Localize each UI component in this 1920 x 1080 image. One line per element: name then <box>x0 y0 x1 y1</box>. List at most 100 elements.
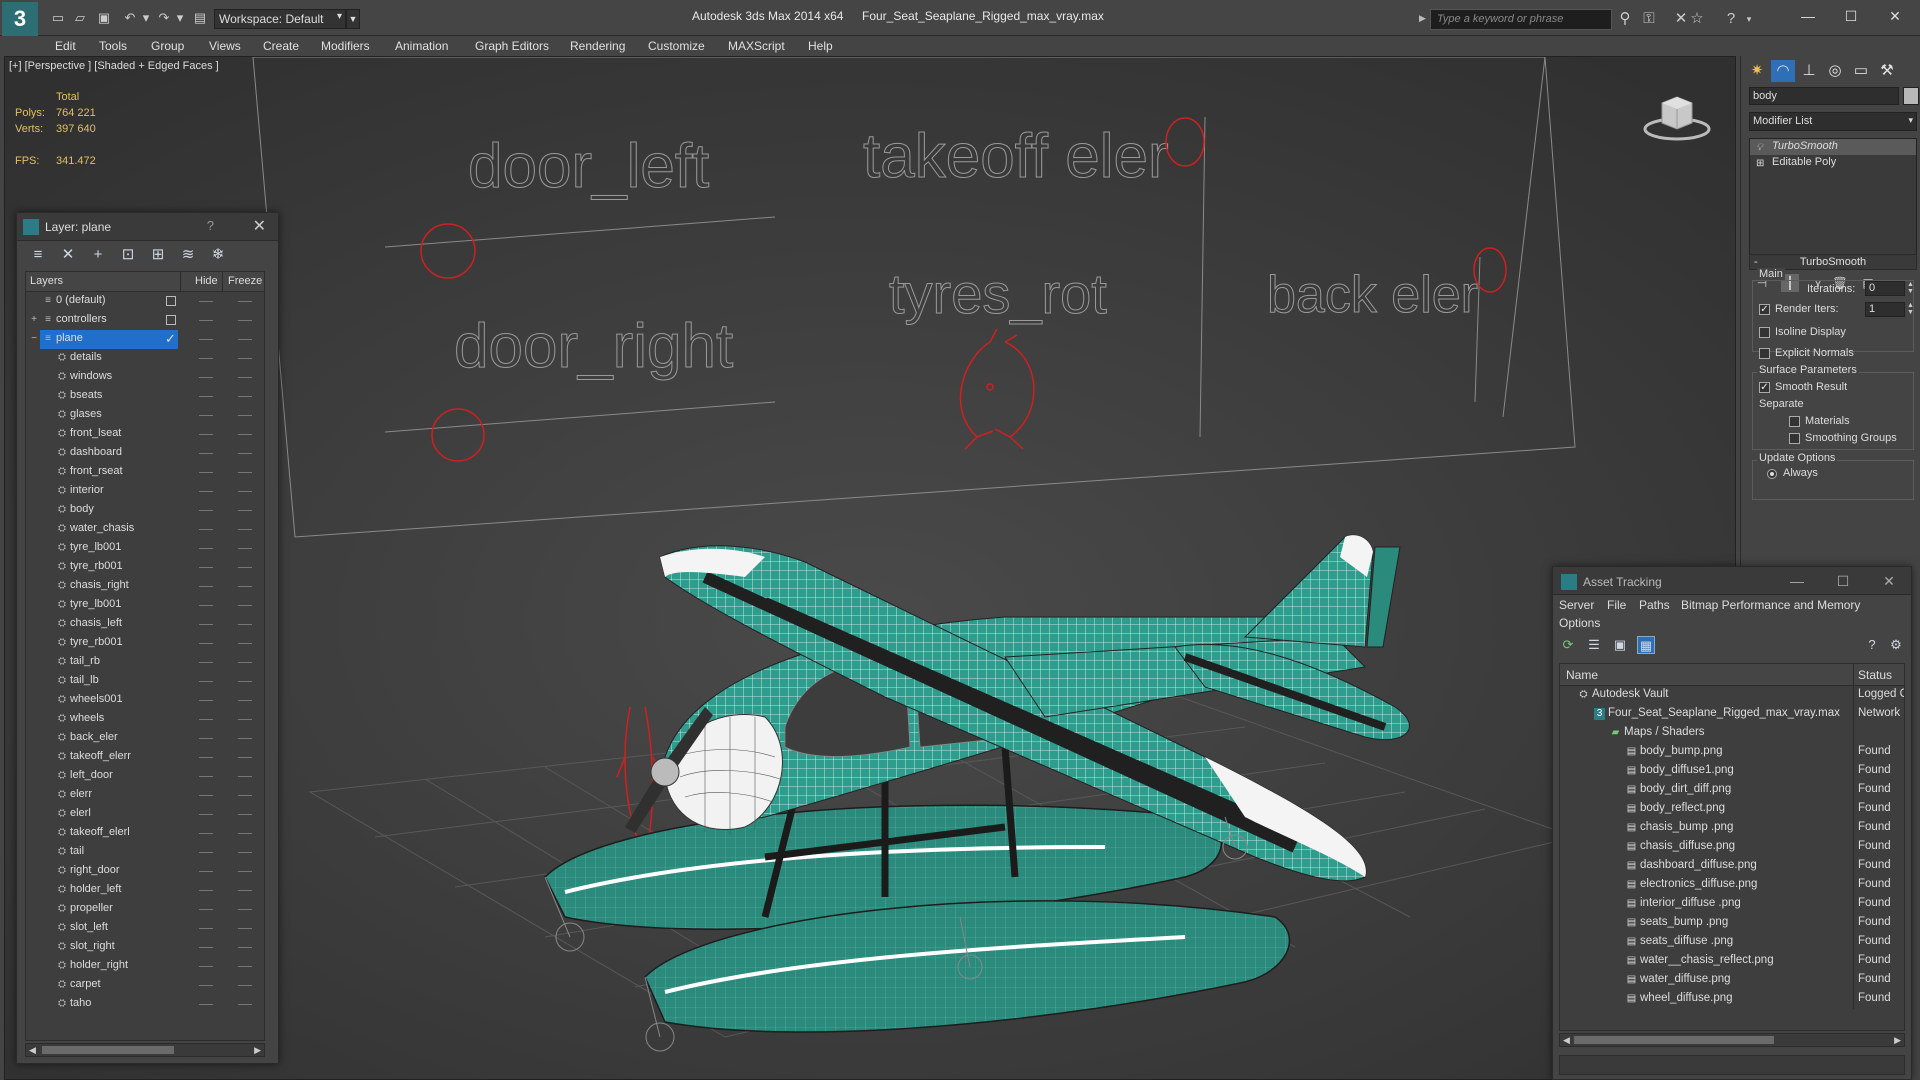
hide-toggle[interactable] <box>199 738 213 739</box>
freeze-toggle[interactable] <box>238 548 252 549</box>
new-layer-icon[interactable]: ≡ <box>29 246 47 264</box>
asset-menu-options[interactable]: Options <box>1559 616 1600 630</box>
asset-row[interactable]: ▤ body_dirt_diff.png Found <box>1560 781 1904 800</box>
layer-row[interactable]: ⛭ windows <box>26 368 264 387</box>
freeze-toggle[interactable] <box>238 643 252 644</box>
scroll-thumb[interactable] <box>42 1046 174 1054</box>
highlight-layer-icon[interactable]: ⊞ <box>149 246 167 264</box>
asset-row[interactable]: 3 Four_Seat_Seaplane_Rigged_max_vray.max N… <box>1560 705 1904 724</box>
help-dropdown-icon[interactable]: ▾ <box>1740 10 1758 28</box>
hide-toggle[interactable] <box>199 871 213 872</box>
hide-toggle[interactable] <box>199 548 213 549</box>
asset-menu-paths[interactable]: Paths <box>1639 598 1670 612</box>
collapse-icon[interactable]: − <box>28 333 40 345</box>
freeze-toggle[interactable] <box>238 605 252 606</box>
layer-row[interactable]: ⛭ front_lseat <box>26 425 264 444</box>
freeze-toggle[interactable] <box>238 890 252 891</box>
freeze-toggle[interactable] <box>238 738 252 739</box>
layer-row[interactable]: + ≡ controllers <box>26 311 264 330</box>
hide-toggle[interactable] <box>199 624 213 625</box>
layer-row[interactable]: ⛭ right_door <box>26 862 264 881</box>
hide-toggle[interactable] <box>199 909 213 910</box>
always-radio[interactable] <box>1767 469 1777 479</box>
layer-row[interactable]: ⛭ details <box>26 349 264 368</box>
layer-row[interactable]: ⛭ holder_left <box>26 881 264 900</box>
asset-menu-bitmap-performance[interactable]: Bitmap Performance and Memory <box>1681 598 1860 612</box>
hide-toggle[interactable] <box>199 605 213 606</box>
workspace-menu-button[interactable]: ▼ <box>346 9 360 29</box>
freeze-toggle[interactable] <box>238 320 252 321</box>
hide-toggle[interactable] <box>199 985 213 986</box>
stack-item-editable-poly[interactable]: ⊞ Editable Poly <box>1750 155 1916 171</box>
layer-row[interactable]: ⛭ tail <box>26 843 264 862</box>
iterations-spinner-arrows[interactable]: ▲ ▼ <box>1907 281 1915 296</box>
layer-row[interactable]: ⛭ carpet <box>26 976 264 995</box>
asset-row[interactable]: ▤ chasis_diffuse.png Found <box>1560 838 1904 857</box>
menu-modifiers[interactable]: Modifiers <box>321 39 370 53</box>
freeze-toggle[interactable] <box>238 700 252 701</box>
layer-row[interactable]: ⛭ elerl <box>26 805 264 824</box>
hide-all-icon[interactable]: ≋ <box>179 246 197 264</box>
workspace-dropdown[interactable]: Workspace: Default ▾ <box>214 9 346 29</box>
freeze-toggle[interactable] <box>238 510 252 511</box>
materials-checkbox[interactable] <box>1789 416 1800 427</box>
hide-toggle[interactable] <box>199 947 213 948</box>
layer-list[interactable]: Layers Hide Freeze ≡ 0 (default) + ≡ control… <box>25 271 265 1041</box>
render-iters-spinner[interactable]: 1 <box>1865 302 1905 317</box>
layer-manager-dialog[interactable]: Layer: plane ? ✕ ≡ ✕ + ⊡ ⊞ ≋ ❄ Layers Hi… <box>16 212 279 1064</box>
asset-row[interactable]: ▤ chasis_bump .png Found <box>1560 819 1904 838</box>
layer-row[interactable]: ⛭ tyre_lb001 <box>26 539 264 558</box>
set-current-layer-box[interactable] <box>166 315 176 325</box>
menu-help[interactable]: Help <box>808 39 833 53</box>
layer-row[interactable]: ⛭ propeller <box>26 900 264 919</box>
freeze-toggle[interactable] <box>238 434 252 435</box>
current-layer-check-icon[interactable]: ✓ <box>165 331 176 347</box>
isoline-display-checkbox[interactable] <box>1759 327 1770 338</box>
freeze-toggle[interactable] <box>238 757 252 758</box>
layer-row[interactable]: ⛭ glases <box>26 406 264 425</box>
hide-toggle[interactable] <box>199 928 213 929</box>
maximize-button[interactable]: ☐ <box>1829 571 1857 591</box>
layer-row[interactable]: ⛭ dashboard <box>26 444 264 463</box>
asset-row[interactable]: ▰ Maps / Shaders <box>1560 724 1904 743</box>
freeze-toggle[interactable] <box>238 377 252 378</box>
layer-row[interactable]: ⛭ tail_rb <box>26 653 264 672</box>
layer-horizontal-scrollbar[interactable]: ◀ ▶ <box>25 1043 265 1057</box>
app-menu-button[interactable]: 3 <box>2 2 38 36</box>
menu-maxscript[interactable]: MAXScript <box>728 39 785 53</box>
menu-tools[interactable]: Tools <box>99 39 127 53</box>
asset-row[interactable]: ▤ body_reflect.png Found <box>1560 800 1904 819</box>
status-column-header[interactable]: Status <box>1858 668 1892 682</box>
hide-toggle[interactable] <box>199 396 213 397</box>
explicit-normals-checkbox[interactable] <box>1759 348 1770 359</box>
close-button[interactable]: ✕ <box>1875 571 1903 591</box>
thumbnail-view-icon[interactable]: ▣ <box>1611 636 1629 654</box>
list-view-icon[interactable]: ☰ <box>1585 636 1603 654</box>
hide-toggle[interactable] <box>199 681 213 682</box>
hide-toggle[interactable] <box>199 567 213 568</box>
layer-row[interactable]: ⛭ tyre_lb001 <box>26 596 264 615</box>
lightbulb-icon[interactable]: 💡︎ <box>1756 140 1763 155</box>
name-column-header[interactable]: Name <box>1566 668 1598 682</box>
freeze-toggle[interactable] <box>238 662 252 663</box>
layer-row[interactable]: ⛭ slot_right <box>26 938 264 957</box>
layer-row[interactable]: ⛭ interior <box>26 482 264 501</box>
asset-table[interactable]: Name Status ⛭ Autodesk Vault Logged C 3 Four… <box>1559 663 1905 1031</box>
layer-row[interactable]: ⛭ takeoff_elerr <box>26 748 264 767</box>
favorites-star-icon[interactable]: ☆ <box>1688 10 1706 28</box>
hide-toggle[interactable] <box>199 662 213 663</box>
asset-tracking-dialog[interactable]: Asset Tracking — ☐ ✕ Server File Paths B… <box>1552 566 1912 1080</box>
select-objects-icon[interactable]: ⊡ <box>119 246 137 264</box>
asset-row[interactable]: ⛭ Autodesk Vault Logged C <box>1560 686 1904 705</box>
hide-toggle[interactable] <box>199 700 213 701</box>
hide-toggle[interactable] <box>199 510 213 511</box>
hide-toggle[interactable] <box>199 719 213 720</box>
menu-views[interactable]: Views <box>209 39 241 53</box>
freeze-toggle[interactable] <box>238 985 252 986</box>
layer-row[interactable]: ⛭ water_chasis <box>26 520 264 539</box>
subscription-icon[interactable]: ⚿ <box>1640 10 1658 28</box>
minimize-button[interactable]: — <box>1793 6 1823 26</box>
hide-toggle[interactable] <box>199 966 213 967</box>
add-to-layer-icon[interactable]: + <box>89 246 107 264</box>
redo-dropdown-icon[interactable]: ▾ <box>172 11 188 25</box>
